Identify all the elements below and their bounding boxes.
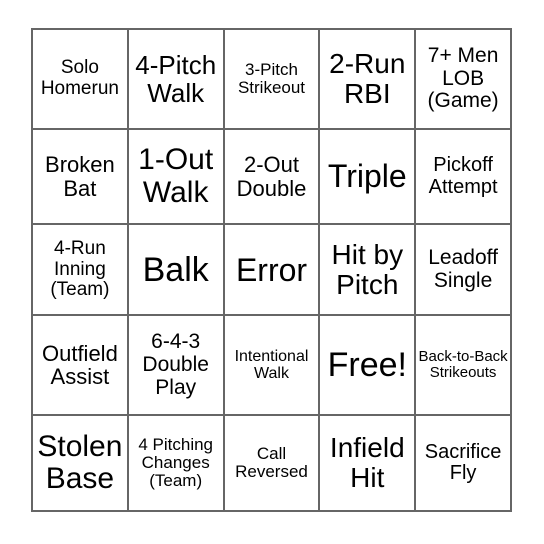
bingo-cell-4-4[interactable]: Sacrifice Fly [414,414,512,512]
bingo-cell-1-4[interactable]: Pickoff Attempt [414,127,512,226]
bingo-cell-label: Triple [327,158,407,195]
bingo-cell-label: Back-to-Back Strikeouts [418,348,508,382]
bingo-cell-label: Call Reversed [235,443,308,482]
bingo-cell-label: Stolen Base [37,429,123,496]
bingo-row: Broken Bat 1-Out Walk 2-Out Double Tripl… [31,127,512,226]
bingo-cell-0-3[interactable]: 2-Run RBI [318,28,417,130]
bingo-cell-label: Leadoff Single [428,246,498,292]
bingo-cell-1-1[interactable]: 1-Out Walk [126,127,225,226]
bingo-cell-0-2[interactable]: 3-Pitch Strikeout [222,28,321,130]
bingo-row: Solo Homerun 4-Pitch Walk 3-Pitch Strike… [31,28,512,130]
bingo-row: Outfield Assist 6-4-3 Double Play Intent… [31,314,512,417]
bingo-cell-label: Balk [142,250,209,289]
bingo-card-page: Solo Homerun 4-Pitch Walk 3-Pitch Strike… [0,0,544,544]
bingo-cell-label: 7+ Men LOB (Game) [427,43,499,113]
bingo-cell-label: Infield Hit [329,432,405,494]
bingo-cell-2-0[interactable]: 4-Run Inning (Team) [31,223,129,317]
bingo-cell-label: 6-4-3 Double Play [142,330,209,399]
bingo-grid: Solo Homerun 4-Pitch Walk 3-Pitch Strike… [31,28,512,512]
bingo-cell-4-0[interactable]: Stolen Base [31,414,129,512]
bingo-cell-label: Error [235,251,308,288]
bingo-cell-0-0[interactable]: Solo Homerun [31,28,129,130]
bingo-cell-1-0[interactable]: Broken Bat [31,127,129,226]
bingo-cell-label: Intentional Walk [234,348,309,383]
bingo-cell-label: 1-Out Walk [138,143,214,209]
bingo-cell-4-2[interactable]: Call Reversed [222,414,321,512]
bingo-cell-label: 4 Pitching Changes (Team) [138,434,214,491]
bingo-cell-2-2[interactable]: Error [222,223,321,317]
bingo-cell-2-3[interactable]: Hit by Pitch [318,223,417,317]
bingo-cell-3-2[interactable]: Intentional Walk [222,314,321,417]
bingo-cell-0-1[interactable]: 4-Pitch Walk [126,28,225,130]
bingo-cell-label: 2-Run RBI [329,47,406,109]
bingo-cell-label: 4-Pitch Walk [135,49,217,108]
bingo-cell-label: Solo Homerun [40,57,119,99]
bingo-cell-4-1[interactable]: 4 Pitching Changes (Team) [126,414,225,512]
bingo-cell-label: 3-Pitch Strikeout [237,59,306,97]
bingo-cell-free-space[interactable]: Free! [318,314,417,417]
bingo-cell-label: Broken Bat [45,151,115,201]
bingo-cell-3-0[interactable]: Outfield Assist [31,314,129,417]
bingo-cell-1-2[interactable]: 2-Out Double [222,127,321,226]
bingo-cell-4-3[interactable]: Infield Hit [318,414,417,512]
bingo-cell-label: Sacrifice Fly [424,440,502,485]
free-space-label: Free! [327,346,407,385]
bingo-cell-label: Outfield Assist [41,340,118,390]
bingo-cell-label: Pickoff Attempt [428,154,498,198]
bingo-cell-3-4[interactable]: Back-to-Back Strikeouts [414,314,512,417]
bingo-cell-0-4[interactable]: 7+ Men LOB (Game) [414,28,512,130]
bingo-row: Stolen Base 4 Pitching Changes (Team) Ca… [31,414,512,512]
bingo-row: 4-Run Inning (Team) Balk Error Hit by Pi… [31,223,512,317]
bingo-cell-label: Hit by Pitch [331,238,404,300]
bingo-cell-label: 4-Run Inning (Team) [50,238,110,301]
bingo-cell-label: 2-Out Double [236,151,307,201]
bingo-cell-3-1[interactable]: 6-4-3 Double Play [126,314,225,417]
bingo-cell-2-1[interactable]: Balk [126,223,225,317]
bingo-cell-2-4[interactable]: Leadoff Single [414,223,512,317]
bingo-cell-1-3[interactable]: Triple [318,127,417,226]
bingo-grid-body: Solo Homerun 4-Pitch Walk 3-Pitch Strike… [31,28,512,512]
